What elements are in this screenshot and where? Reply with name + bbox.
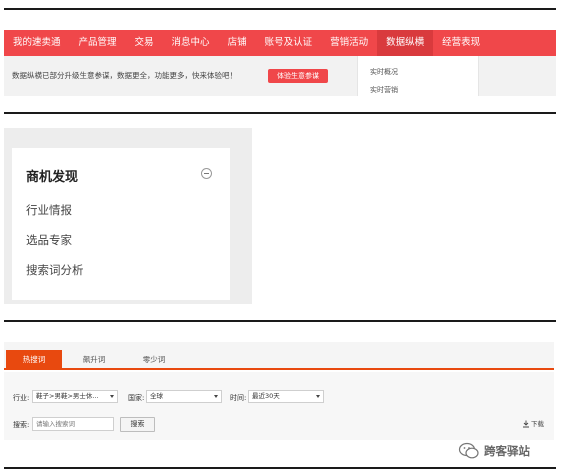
time-range-select[interactable]: 最近30天 — [248, 390, 324, 403]
watermark: 跨客驿站 — [458, 440, 530, 462]
panel-item-industry-intel[interactable]: 行业情报 — [26, 202, 72, 218]
section-divider-3 — [4, 320, 556, 322]
nav-item-store[interactable]: 店铺 — [219, 30, 256, 56]
nav-item-messages[interactable]: 消息中心 — [163, 30, 219, 56]
try-business-advisor-button[interactable]: 体验生意参谋 — [268, 69, 328, 83]
time-range-select-value: 最近30天 — [252, 392, 280, 400]
dropdown-item-realtime-marketing[interactable]: 实时营销 — [370, 85, 398, 95]
country-select[interactable]: 全球 — [146, 390, 222, 403]
chevron-down-icon — [110, 395, 114, 398]
tab-hot-search[interactable]: 热搜词 — [6, 350, 62, 370]
panel-title: 商机发现 — [26, 170, 79, 185]
nav-item-marketing[interactable]: 营销活动 — [321, 30, 377, 56]
industry-select-value: 鞋子>男鞋>男士休... — [36, 392, 99, 400]
nav-item-my-aliexpress[interactable]: 我的速卖通 — [4, 30, 70, 56]
keyword-tabs-bar: 热搜词 飙升词 零少词 — [4, 342, 554, 370]
keyword-search-input[interactable] — [32, 417, 114, 431]
opportunity-panel: 商机发现 行业情报 选品专家 搜索词分析 — [12, 148, 230, 300]
chevron-down-icon — [214, 395, 218, 398]
nav-item-performance[interactable]: 经营表现 — [433, 30, 489, 56]
keyword-label: 搜索: — [13, 421, 30, 429]
nav-item-products[interactable]: 产品管理 — [70, 30, 126, 56]
country-select-value: 全球 — [150, 392, 163, 400]
download-button[interactable]: 下载 — [522, 418, 544, 428]
industry-select[interactable]: 鞋子>男鞋>男士休... — [32, 390, 118, 403]
country-label: 国家: — [128, 394, 145, 402]
search-button[interactable]: 搜索 — [120, 417, 155, 432]
upgrade-notice-text: 数据纵横已部分升级生意参谋，数据更全，功能更多，快来体验吧！ — [12, 71, 237, 80]
panel-item-product-expert[interactable]: 选品专家 — [26, 232, 72, 248]
time-label: 时间: — [230, 394, 247, 402]
chevron-down-icon — [316, 395, 320, 398]
download-icon — [523, 420, 529, 428]
wechat-icon — [458, 442, 479, 459]
section-divider-4 — [4, 467, 556, 469]
nav-item-data[interactable]: 数据纵横 — [377, 30, 434, 56]
top-nav-bar: 我的速卖通 产品管理 交易 消息中心 店铺 账号及认证 营销活动 数据纵横 经营… — [4, 30, 556, 56]
nav-item-orders[interactable]: 交易 — [126, 30, 163, 56]
section-divider-2 — [4, 112, 556, 114]
industry-label: 行业: — [13, 394, 30, 402]
watermark-text: 跨客驿站 — [484, 444, 530, 458]
collapse-icon[interactable] — [201, 168, 212, 179]
tab-low-search[interactable]: 零少词 — [124, 350, 184, 370]
dropdown-item-realtime-overview[interactable]: 实时概况 — [370, 67, 398, 77]
panel-item-keyword-analysis[interactable]: 搜索词分析 — [26, 262, 84, 278]
section-divider-1 — [4, 8, 556, 10]
nav-item-account[interactable]: 账号及认证 — [256, 30, 322, 56]
tab-rising-search[interactable]: 飙升词 — [64, 350, 124, 370]
data-dropdown-menu: 实时概况 实时营销 — [357, 56, 479, 96]
download-label: 下载 — [531, 420, 544, 428]
